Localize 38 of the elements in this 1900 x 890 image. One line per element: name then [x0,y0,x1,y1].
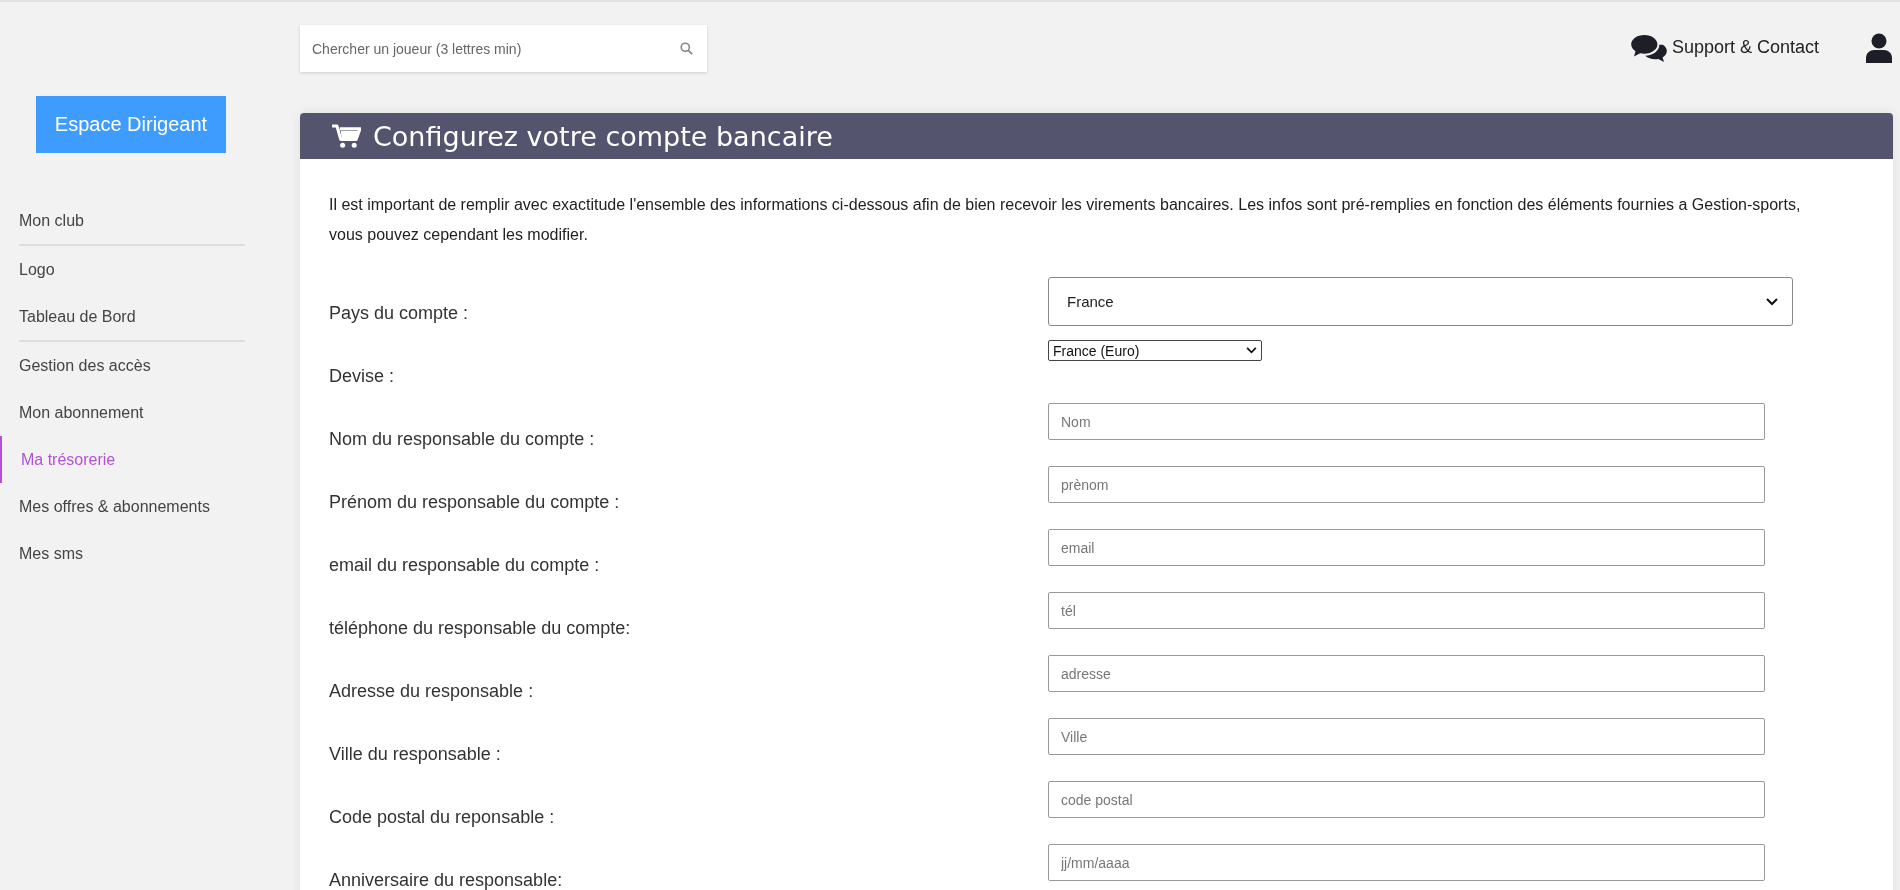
sidebar-item[interactable]: Mes offres & abonnements [0,483,210,530]
field-label: Nom du responsable du compte : [329,428,596,451]
text-input-field[interactable]: tél [1048,592,1765,629]
sidebar-item[interactable]: Mon club [0,197,84,244]
support-contact-link[interactable]: Support & Contact [1629,32,1819,63]
speech-bubbles-icon [1629,32,1668,63]
text-input-field[interactable]: prènom [1048,466,1765,503]
field-label: Anniversaire du responsable: [329,869,564,890]
currency-dropdown[interactable]: France (Euro) [1048,340,1262,361]
field-label: téléphone du responsable du compte: [329,617,632,640]
intro-paragraph: Il est important de remplir avec exactitude l'ensemble des informations ci-dessous afin de bien recevoir les virements bancaires. Les infos sont pré-remplies en fonction des éléments fournies a Gestion-sports, vous pouvez cependant les modifier. [329,195,1802,245]
field-label: Code postal du reponsable : [329,806,556,829]
text-input-field[interactable]: jj/mm/aaaa [1048,844,1765,881]
search-icon [680,42,693,55]
text-input-field[interactable]: code postal [1048,781,1765,818]
chevron-down-icon [1246,347,1257,354]
field-label: Ville du responsable : [329,743,502,766]
sidebar-item[interactable]: Ma trésorerie [0,436,116,483]
field-label: Adresse du responsable : [329,680,535,703]
user-icon[interactable] [1865,32,1893,63]
sidebar-item[interactable]: Tableau de Bord [0,293,136,340]
sidebar-item[interactable]: Gestion des accès [0,342,151,389]
card-title: Configurez votre compte bancaire [373,120,833,152]
field-label: Pays du compte : [329,302,470,325]
chevron-down-icon [1766,297,1778,306]
field-label: email du responsable du compte : [329,554,601,577]
text-input-field[interactable]: Ville [1048,718,1765,755]
text-input-field[interactable]: email [1048,529,1765,566]
search-field[interactable]: Chercher un joueur (3 lettres min) [300,25,707,72]
sidebar-item[interactable]: Mon abonnement [0,389,144,436]
country-dropdown[interactable]: France [1048,277,1793,326]
cart-icon [332,123,361,149]
field-label: Devise : [329,365,396,388]
sidebar-item[interactable]: Logo [0,246,55,293]
sidebar-item[interactable]: Mes sms [0,530,83,577]
text-input-field[interactable]: Nom [1048,403,1765,440]
text-input-field[interactable]: adresse [1048,655,1765,692]
field-label: Prénom du responsable du compte : [329,491,621,514]
